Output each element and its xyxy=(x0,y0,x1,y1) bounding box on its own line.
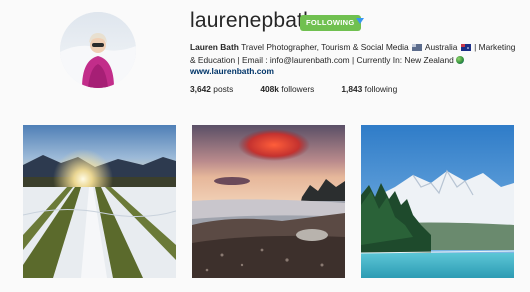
options-dropdown-icon[interactable] xyxy=(356,18,364,24)
posts-label: posts xyxy=(213,84,234,94)
website-link[interactable]: www.laurenbath.com xyxy=(190,66,274,76)
followers-label: followers xyxy=(281,84,315,94)
bio-text-2: Australia xyxy=(424,42,458,52)
post-photo-2[interactable] xyxy=(192,125,345,278)
posts-count: 3,642 xyxy=(190,84,211,94)
following-label: following xyxy=(364,84,398,94)
profile-page: laurenepbath FOLLOWING Lauren Bath Trave… xyxy=(0,0,530,292)
globe-icon xyxy=(456,56,465,64)
username: laurenepbath xyxy=(190,9,316,32)
posts-stat[interactable]: 3,642 posts xyxy=(190,84,233,94)
post-photo-3[interactable] xyxy=(361,125,514,278)
full-name: Lauren Bath xyxy=(190,42,239,52)
following-button[interactable]: FOLLOWING xyxy=(300,15,361,31)
flag-icon xyxy=(411,44,422,51)
followers-stat[interactable]: 408k followers xyxy=(260,84,314,94)
flag-icon xyxy=(460,44,471,51)
avatar[interactable] xyxy=(60,12,136,88)
post-photo-1[interactable] xyxy=(23,125,176,278)
bio-text-1: Travel Photographer, Tourism & Social Me… xyxy=(241,42,409,52)
stats-bar: 3,642 posts 408k followers 1,843 followi… xyxy=(190,84,424,94)
following-stat[interactable]: 1,843 following xyxy=(341,84,397,94)
bio: Lauren Bath Travel Photographer, Tourism… xyxy=(190,41,520,67)
following-count: 1,843 xyxy=(341,84,363,94)
followers-count: 408k xyxy=(260,84,279,94)
